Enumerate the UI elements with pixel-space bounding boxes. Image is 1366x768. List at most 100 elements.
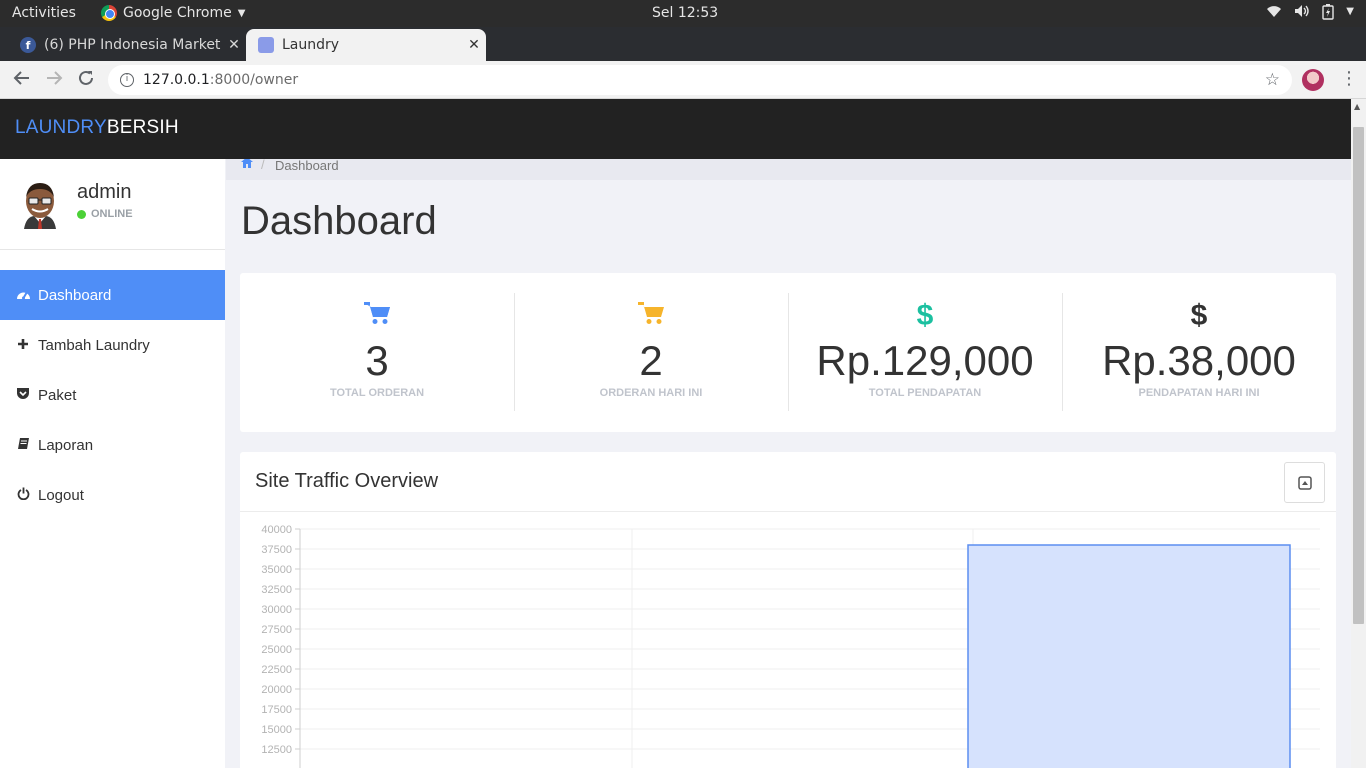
stat-label: ORDERAN HARI INI — [599, 387, 703, 399]
stat-value: 2 — [639, 337, 663, 384]
stats-panel: 3 TOTAL ORDERAN 2 ORDERAN HARI INI $ Rp.… — [240, 273, 1336, 432]
tab-strip: f (6) PHP Indonesia Market ✕ Laundry ✕ + — [0, 27, 1366, 81]
panel-header: Site Traffic Overview — [240, 452, 1336, 512]
sidebar-item-label: Paket — [38, 386, 77, 404]
activities-button[interactable]: Activities — [12, 5, 76, 21]
y-tick-label: 37500 — [261, 544, 292, 556]
cart-icon — [514, 301, 788, 331]
chart-canvas: 40000 37500 35000 32500 30000 27500 25000 22500… — [261, 524, 1320, 768]
collapse-icon — [1297, 475, 1312, 490]
url-text: 127.0.0.1:8000/owner — [143, 72, 299, 88]
sidebar-item-logout[interactable]: Logout — [0, 470, 225, 520]
sidebar: admin ONLINE Dashboard Tambah Laundry Pa… — [0, 159, 225, 768]
traffic-chart: 40000 37500 35000 32500 30000 27500 25000 22500… — [240, 513, 1336, 768]
chevron-down-icon: ▼ — [237, 7, 246, 19]
y-tick-label: 17500 — [261, 704, 292, 716]
reload-button[interactable] — [77, 69, 95, 92]
y-tick-label: 20000 — [261, 684, 292, 696]
scrollbar-thumb[interactable] — [1353, 127, 1364, 624]
page-icon — [258, 37, 274, 53]
sidebar-item-laporan[interactable]: Laporan — [0, 420, 225, 470]
breadcrumb-current: Dashboard — [275, 159, 339, 173]
sidebar-menu: Dashboard Tambah Laundry Paket Laporan L… — [0, 270, 225, 520]
stat-label: TOTAL ORDERAN — [329, 387, 425, 399]
stat-total-orderan: 3 TOTAL ORDERAN — [240, 273, 514, 432]
dashboard-icon — [15, 287, 31, 303]
breadcrumb-separator: / — [261, 159, 265, 172]
sidebar-item-tambah-laundry[interactable]: Tambah Laundry — [0, 320, 225, 370]
stat-value: 3 — [365, 337, 389, 384]
sidebar-item-label: Laporan — [38, 436, 94, 454]
sidebar-item-dashboard[interactable]: Dashboard — [0, 270, 225, 320]
battery-icon — [1322, 4, 1334, 24]
bookmark-star-icon[interactable]: ☆ — [1265, 70, 1280, 90]
back-button[interactable] — [13, 69, 31, 92]
sidebar-item-paket[interactable]: Paket — [0, 370, 225, 420]
page-title: Dashboard — [241, 199, 437, 243]
stat-label: PENDAPATAN HARI INI — [1138, 387, 1260, 399]
wifi-icon — [1266, 4, 1282, 24]
traffic-panel: Site Traffic Overview 40000 37500 35000 325… — [240, 452, 1336, 768]
avatar — [24, 183, 56, 229]
os-top-bar: Activities Google Chrome ▼ Sel 12:53 ▼ — [0, 0, 1366, 27]
y-tick-label: 12500 — [261, 744, 292, 756]
stat-pendapatan-hari-ini: $ Rp.38,000 PENDAPATAN HARI INI — [1062, 273, 1336, 432]
chart-bar — [967, 544, 1291, 768]
chevron-down-icon: ▼ — [1346, 6, 1354, 17]
book-icon — [15, 437, 31, 453]
pocket-icon — [15, 387, 31, 403]
close-icon[interactable]: ✕ — [222, 37, 246, 53]
y-tick-label: 15000 — [261, 724, 292, 736]
breadcrumb: / Dashboard — [226, 159, 1351, 180]
dollar-icon: $ — [1190, 299, 1208, 332]
stat-orderan-hari-ini: 2 ORDERAN HARI INI — [514, 273, 788, 432]
app-menu[interactable]: Google Chrome ▼ — [101, 5, 245, 21]
browser-toolbar: i 127.0.0.1:8000/owner ☆ ⋮ — [0, 61, 1366, 99]
y-tick-label: 22500 — [261, 664, 292, 676]
page-scrollbar[interactable]: ▲ — [1351, 99, 1366, 768]
app-header: LAUNDRYBERSIH — [0, 99, 1351, 159]
close-icon[interactable]: ✕ — [462, 37, 486, 53]
y-tick-label: 27500 — [261, 624, 292, 636]
user-name: admin — [77, 181, 132, 203]
y-tick-label: 25000 — [261, 644, 292, 656]
forward-button[interactable] — [45, 69, 63, 92]
more-menu-icon[interactable]: ⋮ — [1340, 68, 1358, 89]
facebook-icon: f — [20, 37, 36, 53]
tab-title: (6) PHP Indonesia Market — [44, 37, 221, 53]
tab-laundry[interactable]: Laundry ✕ — [246, 29, 486, 61]
tab-title: Laundry — [282, 37, 340, 53]
y-tick-label: 40000 — [261, 524, 292, 536]
address-bar[interactable]: i 127.0.0.1:8000/owner ☆ — [108, 65, 1292, 95]
y-tick-label: 35000 — [261, 564, 292, 576]
clock[interactable]: Sel 12:53 — [652, 5, 718, 21]
y-tick-label: 30000 — [261, 604, 292, 616]
online-dot-icon — [77, 209, 86, 219]
y-tick-label: 32500 — [261, 584, 292, 596]
cart-icon — [240, 301, 514, 331]
profile-avatar[interactable] — [1302, 69, 1324, 91]
info-icon[interactable]: i — [120, 73, 134, 87]
chrome-icon — [101, 5, 117, 21]
sidebar-item-label: Logout — [38, 486, 84, 504]
tab-php-indonesia[interactable]: f (6) PHP Indonesia Market ✕ — [8, 29, 246, 61]
plus-icon — [15, 338, 31, 353]
volume-icon — [1294, 4, 1310, 24]
scroll-up-icon[interactable]: ▲ — [1354, 102, 1360, 111]
main-content: / Dashboard Dashboard 3 TOTAL ORDERAN 2 … — [226, 159, 1351, 768]
panel-title: Site Traffic Overview — [255, 470, 439, 492]
sidebar-item-label: Tambah Laundry — [38, 336, 150, 354]
power-icon — [15, 487, 31, 503]
brand-logo[interactable]: LAUNDRYBERSIH — [15, 117, 179, 139]
system-tray[interactable]: ▼ — [1266, 4, 1354, 24]
collapse-button[interactable] — [1284, 462, 1325, 503]
sidebar-item-label: Dashboard — [38, 286, 112, 304]
home-icon[interactable] — [241, 159, 253, 171]
stat-total-pendapatan: $ Rp.129,000 TOTAL PENDAPATAN — [788, 273, 1062, 432]
app-name: Google Chrome — [123, 5, 232, 21]
dollar-icon: $ — [916, 299, 934, 332]
user-panel: admin ONLINE — [0, 159, 225, 250]
user-status: ONLINE — [77, 208, 133, 220]
stat-value: Rp.38,000 — [1102, 337, 1296, 384]
stat-value: Rp.129,000 — [816, 337, 1034, 384]
